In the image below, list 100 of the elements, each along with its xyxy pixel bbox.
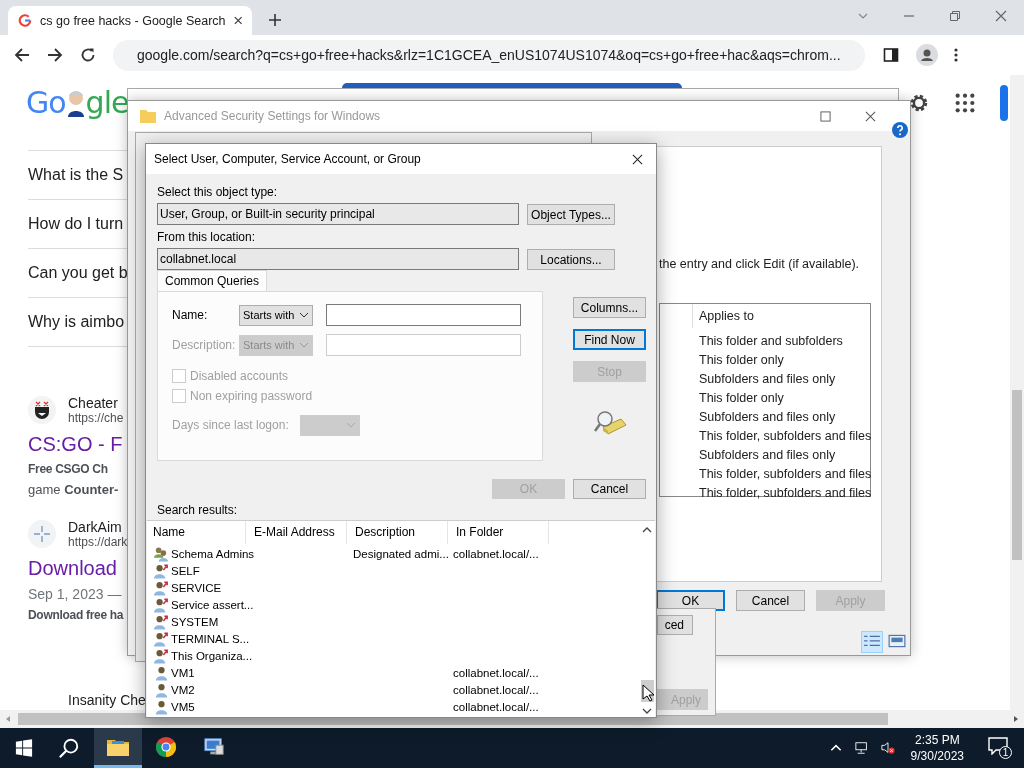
site-url: https://dark (68, 535, 128, 549)
query-button[interactable]: Columns... (573, 297, 646, 318)
result-link[interactable]: Download (28, 557, 117, 580)
field-label: Search results: (157, 503, 238, 517)
help-icon[interactable] (892, 122, 908, 138)
result-snippet: Download free ha (28, 608, 124, 622)
scroll-down-icon[interactable] (642, 708, 652, 714)
restore-icon[interactable] (949, 10, 961, 22)
table-cell[interactable]: SERVICE (171, 581, 222, 594)
query-tab[interactable]: Common Queries (157, 270, 268, 291)
question-item[interactable]: Why is aimbo (28, 312, 125, 332)
chrome-icon (154, 735, 178, 758)
group-icon (153, 545, 170, 562)
window-title: Advanced Security Settings for Windows (164, 109, 381, 123)
table-cell-text: This folder only (698, 352, 785, 369)
user-arrow-icon (153, 562, 170, 579)
field-label: Name: (172, 308, 209, 322)
scroll-up-icon[interactable] (642, 527, 652, 533)
table-cell-text: Subfolders and files only (698, 447, 837, 464)
column-header[interactable]: Applies to (699, 309, 754, 323)
result-link[interactable]: CS:GO - F (28, 433, 123, 456)
new-tab-icon[interactable] (268, 13, 282, 27)
question-item[interactable]: Can you get b (28, 263, 128, 283)
table-cell[interactable]: SYSTEM (171, 615, 219, 628)
scroll-right-icon[interactable] (1012, 715, 1020, 723)
browser-tab[interactable]: cs go free hacks - Google Search (8, 6, 252, 35)
sign-in-button[interactable] (1000, 84, 1008, 121)
caret-icon (346, 422, 356, 428)
dialog-button[interactable]: ced (657, 615, 693, 635)
profile-icon[interactable] (916, 44, 938, 66)
table-cell[interactable]: SELF (171, 564, 200, 577)
maximize-icon[interactable] (820, 110, 831, 122)
field-label: Description: (172, 338, 237, 352)
checkbox-label: Disabled accounts (190, 369, 289, 383)
table-cell[interactable]: Schema Admins (171, 547, 255, 560)
locations-button[interactable]: Locations... (527, 249, 615, 270)
file-explorer-button[interactable] (94, 728, 142, 768)
field-label: Select this object type: (157, 185, 278, 199)
caret-icon (299, 342, 309, 348)
question-item[interactable]: How do I turn (28, 214, 124, 234)
column-header[interactable]: Description (355, 521, 448, 544)
table-cell[interactable]: TERMINAL S... (171, 632, 250, 645)
site-name: Insanity Che (68, 692, 146, 708)
dialog-button[interactable]: Cancel (573, 479, 646, 499)
side-panel-icon[interactable] (883, 47, 899, 63)
site-url: https://che (68, 411, 124, 425)
user-arrow-icon (153, 579, 170, 596)
google-logo[interactable]: Go gle (26, 85, 129, 120)
volume-muted-icon[interactable] (880, 741, 895, 755)
close-icon[interactable] (865, 110, 876, 122)
column-header[interactable]: Name (153, 521, 246, 544)
name-input[interactable] (326, 304, 521, 326)
object-types-button[interactable]: Object Types... (527, 204, 615, 225)
table-cell[interactable]: VM2 (171, 683, 195, 696)
table-cell[interactable]: Service assert... (171, 598, 254, 611)
question-item[interactable]: What is the S (28, 165, 124, 185)
table-cell[interactable]: VM5 (171, 700, 195, 713)
mask-icon (28, 396, 56, 424)
details-view-icon[interactable] (861, 631, 883, 653)
table-cell-text: Subfolders and files only (698, 371, 837, 388)
result-snippet: Free CSGO Ch (28, 462, 108, 476)
table-cell-text: This folder, subfolders and files (698, 485, 870, 502)
site-name: DarkAim (68, 519, 123, 535)
table-cell-text: This folder only (698, 390, 785, 407)
dialog-title: Select User, Computer, Service Account, or Group (154, 152, 422, 166)
query-button[interactable]: Find Now (573, 329, 646, 350)
match-dropdown[interactable]: Starts with (239, 304, 313, 326)
table-cell: collabnet.local/... (453, 683, 539, 696)
instruction-text: the entry and click Edit (if available). (659, 257, 861, 271)
user-icon (153, 681, 170, 698)
checkbox-label: Non expiring password (190, 389, 313, 403)
column-header[interactable]: E-Mail Address (254, 521, 347, 544)
column-header[interactable]: In Folder (456, 521, 549, 544)
forward-icon[interactable] (47, 47, 63, 63)
clock-date[interactable]: 9/30/2023 (910, 748, 964, 764)
user-arrow-icon (153, 630, 170, 647)
reload-icon[interactable] (80, 47, 96, 63)
table-cell[interactable]: VM1 (171, 666, 195, 679)
apps-icon[interactable] (954, 91, 976, 114)
clock-time[interactable]: 2:35 PM (914, 732, 960, 748)
caret-icon (299, 312, 309, 318)
back-icon[interactable] (14, 47, 30, 63)
object-type-field: User, Group, or Built-in security principal (157, 203, 519, 225)
field-label: From this location: (157, 230, 256, 244)
menu-icon[interactable] (954, 47, 958, 63)
dialog-button[interactable]: Cancel (736, 590, 805, 611)
user-icon (153, 664, 170, 681)
scrollbar-thumb[interactable] (1012, 390, 1022, 560)
table-cell[interactable]: This Organiza... (171, 649, 253, 662)
search-icon[interactable] (58, 737, 80, 759)
table-cell-text: This folder, subfolders and files (698, 466, 870, 483)
windows-start-icon[interactable] (15, 739, 33, 757)
tab-title: cs go free hacks - Google Search (40, 13, 226, 28)
user-arrow-icon (153, 613, 170, 630)
address-bar[interactable]: google.com/search?q=cs+go+free+hacks&rlz=1C1GCEA_enUS1074US1074&oq=cs+go+free+hac&aqs=chrom... (113, 39, 865, 71)
google-icon (18, 13, 33, 28)
user-arrow-icon (153, 647, 170, 664)
close-icon[interactable] (233, 16, 242, 25)
close-icon[interactable] (632, 153, 643, 165)
network-icon[interactable] (854, 741, 869, 755)
